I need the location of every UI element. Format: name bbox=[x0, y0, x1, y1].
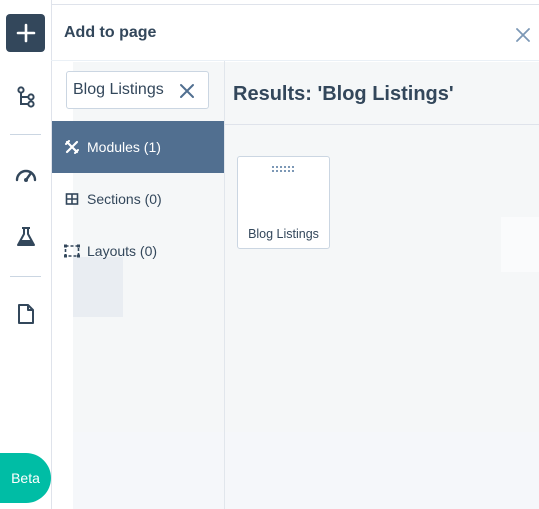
module-card-label: Blog Listings bbox=[248, 227, 319, 241]
test-button[interactable] bbox=[12, 223, 39, 250]
structure-icon bbox=[16, 85, 35, 108]
close-button[interactable] bbox=[511, 23, 535, 47]
close-icon bbox=[516, 28, 530, 42]
search-input[interactable] bbox=[67, 72, 175, 108]
tab-sections[interactable]: Sections (0) bbox=[52, 173, 224, 225]
performance-button[interactable] bbox=[12, 160, 39, 187]
drag-handle-icon bbox=[272, 166, 294, 172]
search-clear-button[interactable] bbox=[177, 81, 197, 101]
flask-icon bbox=[16, 226, 35, 246]
rail-divider bbox=[10, 276, 41, 277]
tab-layouts[interactable]: Layouts (0) bbox=[52, 225, 224, 277]
structure-button[interactable] bbox=[12, 83, 39, 110]
tab-modules-label: Modules (1) bbox=[87, 139, 161, 155]
tab-sections-label: Sections (0) bbox=[87, 191, 162, 207]
module-card-blog-listings[interactable]: Blog Listings bbox=[237, 156, 330, 249]
results-divider bbox=[225, 124, 539, 125]
preview-ghost-block bbox=[501, 217, 539, 272]
header-divider bbox=[51, 60, 539, 61]
results-title: Results: 'Blog Listings' bbox=[233, 83, 454, 105]
search-box bbox=[66, 71, 209, 109]
top-border bbox=[51, 4, 539, 5]
tab-layouts-label: Layouts (0) bbox=[87, 243, 158, 259]
beta-badge[interactable]: Beta bbox=[0, 453, 51, 503]
preview-lower-band bbox=[73, 432, 539, 509]
tab-modules[interactable]: Modules (1) bbox=[52, 121, 224, 173]
add-button[interactable] bbox=[6, 14, 45, 52]
left-rail bbox=[0, 0, 52, 509]
performance-gauge-icon bbox=[15, 169, 36, 182]
clear-x-icon bbox=[180, 84, 194, 98]
page-settings-button[interactable] bbox=[12, 300, 39, 327]
column-divider bbox=[224, 61, 225, 509]
sections-icon bbox=[64, 191, 80, 207]
layouts-icon bbox=[64, 243, 80, 259]
panel-title: Add to page bbox=[64, 24, 157, 41]
beta-label: Beta bbox=[11, 470, 40, 486]
plus-icon bbox=[16, 23, 35, 43]
rail-divider bbox=[10, 134, 41, 135]
modules-icon bbox=[64, 139, 80, 155]
document-icon bbox=[17, 303, 34, 324]
